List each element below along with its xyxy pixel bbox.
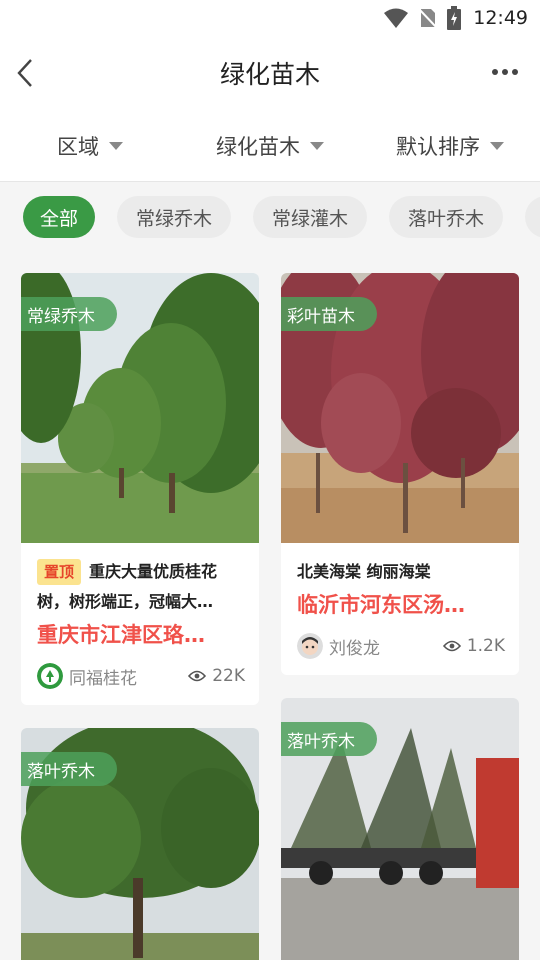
eye-icon bbox=[442, 640, 461, 652]
chevron-left-icon bbox=[17, 59, 32, 87]
filter-category[interactable]: 绿化苗木 bbox=[180, 131, 360, 161]
filter-sort[interactable]: 默认排序 bbox=[360, 131, 540, 161]
more-button[interactable] bbox=[490, 60, 520, 84]
page-title: 绿化苗木 bbox=[219, 60, 320, 89]
filter-label: 默认排序 bbox=[396, 134, 480, 159]
product-location: 临沂市河东区汤… bbox=[297, 593, 465, 617]
product-description: 北美海棠 绚丽海棠 bbox=[297, 562, 431, 581]
product-card[interactable]: 常绿乔木 置顶 重庆大量优质桂花树，树形端正，冠幅大… 重庆市江津区珞… 同福桂花… bbox=[21, 273, 259, 705]
chip-evergreen-shrub[interactable]: 常绿灌木 bbox=[253, 196, 367, 238]
card-body: 北美海棠 绚丽海棠 临沂市河东区汤… bbox=[297, 557, 505, 623]
card-body: 置顶 重庆大量优质桂花树，树形端正，冠幅大… 重庆市江津区珞… bbox=[37, 557, 245, 653]
product-description: 置顶 重庆大量优质桂花树，树形端正，冠幅大… bbox=[37, 557, 245, 617]
eye-icon bbox=[188, 670, 207, 682]
chip-deciduous-tree[interactable]: 落叶乔木 bbox=[389, 196, 503, 238]
chip-evergreen-tree[interactable]: 常绿乔木 bbox=[117, 196, 231, 238]
seller-name: 刘俊龙 bbox=[329, 638, 380, 659]
nav-bar: 绿化苗木 bbox=[0, 36, 540, 110]
filter-label: 区域 bbox=[57, 134, 99, 159]
product-card[interactable]: 彩叶苗木 北美海棠 绚丽海棠 临沂市河东区汤… 刘俊龙 1.2K bbox=[281, 273, 519, 675]
battery-charging-icon bbox=[447, 6, 462, 30]
more-dots-icon bbox=[492, 69, 518, 75]
category-tag: 落叶乔木 bbox=[21, 752, 117, 786]
category-tag: 彩叶苗木 bbox=[281, 297, 377, 331]
filter-label: 绿化苗木 bbox=[216, 134, 300, 159]
category-tag: 落叶乔木 bbox=[281, 722, 377, 756]
status-bar: 12:49 bbox=[0, 0, 540, 36]
card-meta: 刘俊龙 1.2K bbox=[297, 633, 505, 659]
no-sim-icon bbox=[419, 7, 438, 29]
caret-down-icon bbox=[490, 141, 504, 150]
category-tag: 常绿乔木 bbox=[21, 297, 117, 331]
filter-bar: 区域 绿化苗木 默认排序 bbox=[0, 110, 540, 182]
seller: 刘俊龙 bbox=[297, 633, 380, 659]
view-count: 1.2K bbox=[442, 636, 505, 656]
product-card[interactable]: 落叶乔木 bbox=[281, 698, 519, 960]
view-count-value: 1.2K bbox=[466, 636, 505, 656]
caret-down-icon bbox=[310, 141, 324, 150]
chip-all[interactable]: 全部 bbox=[23, 196, 95, 238]
view-count-value: 22K bbox=[212, 666, 245, 686]
seller-name: 同福桂花 bbox=[69, 668, 137, 689]
caret-down-icon bbox=[109, 141, 123, 150]
back-button[interactable] bbox=[10, 56, 40, 90]
view-count: 22K bbox=[188, 666, 245, 686]
pinned-badge: 置顶 bbox=[37, 559, 82, 585]
category-chips: 全部 常绿乔木 常绿灌木 落叶乔木 bbox=[0, 183, 540, 253]
chip-more[interactable] bbox=[525, 196, 540, 238]
wifi-icon bbox=[383, 7, 409, 29]
filter-region[interactable]: 区域 bbox=[0, 131, 180, 161]
status-time: 12:49 bbox=[473, 7, 528, 29]
seller-logo-icon bbox=[37, 663, 63, 689]
card-meta: 同福桂花 22K bbox=[37, 663, 245, 689]
seller: 同福桂花 bbox=[37, 663, 137, 689]
avatar bbox=[297, 633, 323, 659]
product-location: 重庆市江津区珞… bbox=[37, 623, 205, 647]
product-card[interactable]: 落叶乔木 bbox=[21, 728, 259, 960]
